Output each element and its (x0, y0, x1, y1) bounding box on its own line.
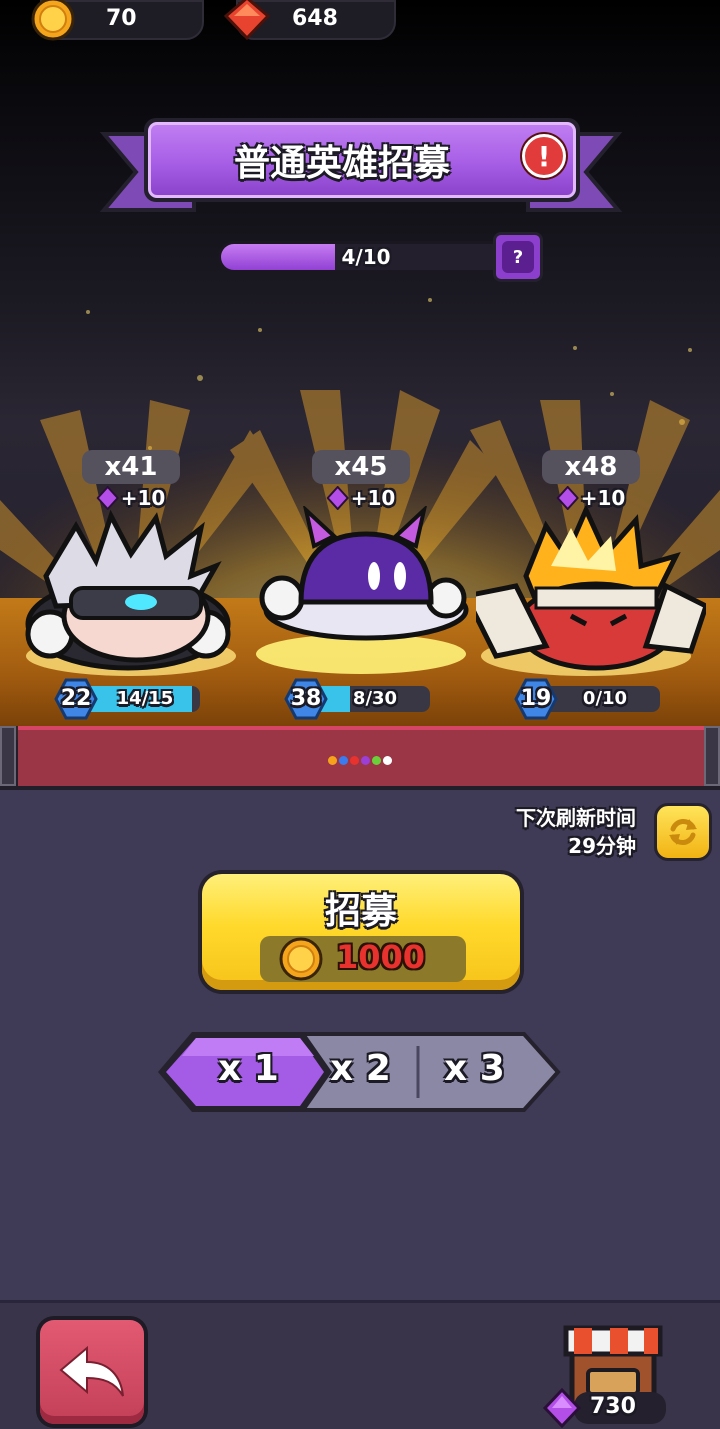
multiplier-option-3[interactable]: x 3 (444, 1048, 505, 1089)
recruit-stage-area: 70 648 普通英雄招募 ! 4/10 ? x41 +10 14/15 22 … (0, 0, 720, 790)
back-arrow-icon (59, 1345, 124, 1397)
multiplier-option-2[interactable]: x 2 (330, 1048, 391, 1089)
hero-count: x45 (312, 450, 410, 484)
hero-level: 19 (520, 686, 552, 711)
recruit-cost: 1000 (260, 936, 466, 982)
page-dot (383, 756, 392, 765)
hero-level-row: 0/10 19 (514, 678, 684, 720)
gold-coin-icon (31, 0, 75, 41)
page-dot (339, 756, 348, 765)
hero-count: x41 (82, 450, 180, 484)
hero-card[interactable]: x41 +10 14/15 22 (16, 450, 246, 730)
white-haired-visor-hero-icon (25, 509, 236, 676)
question-icon: ? (502, 241, 534, 273)
purple-gem-icon (542, 1388, 582, 1428)
refresh-button[interactable] (654, 803, 712, 861)
hero-level-row: 8/30 38 (284, 678, 454, 720)
pity-progress-text: 4/10 (341, 245, 391, 269)
red-gem-icon (223, 0, 271, 41)
refresh-icon (669, 819, 697, 845)
multiplier-selector: x 1 x 2 x 3 (154, 1028, 564, 1118)
hero-level-row: 14/15 22 (54, 678, 224, 720)
recruit-label: 招募 (324, 891, 397, 932)
page-dot (328, 756, 337, 765)
page-dot (350, 756, 359, 765)
page-dot (372, 756, 381, 765)
hero-card[interactable]: x48 +10 0/10 19 (476, 450, 706, 730)
recruit-button[interactable]: 招募 1000 (198, 870, 524, 994)
recruit-button-face: 招募 1000 (202, 874, 520, 990)
help-button[interactable]: ? (493, 232, 543, 282)
back-button-face (40, 1320, 144, 1424)
page-dot (361, 756, 370, 765)
multiplier-option-1[interactable]: x 1 (218, 1048, 279, 1089)
hero-level: 22 (60, 686, 92, 711)
fire-haired-mummy-hero-icon (476, 506, 706, 676)
hero-shard-text: 14/15 (116, 688, 174, 709)
ruby-value: 648 (292, 6, 338, 31)
pity-progress-bar: 4/10 (218, 241, 508, 273)
hero-shard-text: 0/10 (582, 688, 628, 709)
strip-end-right (704, 726, 720, 786)
recruit-cost-value: 1000 (336, 938, 426, 976)
hero-card[interactable]: x45 +10 8/30 38 (246, 450, 476, 730)
page-dots (328, 756, 392, 765)
purple-slime-ufo-hero-icon (256, 506, 469, 674)
hero-count: x48 (542, 450, 640, 484)
banner-title-plate: 普通英雄招募 ! (144, 118, 580, 202)
gold-coin-icon (279, 937, 323, 981)
recruit-banner: 普通英雄招募 ! (96, 112, 626, 222)
refresh-label: 下次刷新时间 (516, 806, 636, 830)
hero-shard-text: 8/30 (352, 688, 398, 709)
banner-title: 普通英雄招募 (148, 122, 576, 198)
refresh-timer: 下次刷新时间 29分钟 (516, 804, 636, 860)
shop-gem-value: 730 (590, 1394, 636, 1419)
strip-end-left (0, 726, 16, 786)
hero-level: 38 (290, 686, 322, 711)
back-button[interactable] (36, 1316, 148, 1428)
refresh-time: 29分钟 (568, 834, 636, 858)
alert-glyph: ! (537, 139, 551, 173)
alert-icon[interactable]: ! (522, 134, 566, 178)
gold-value: 70 (106, 6, 137, 31)
